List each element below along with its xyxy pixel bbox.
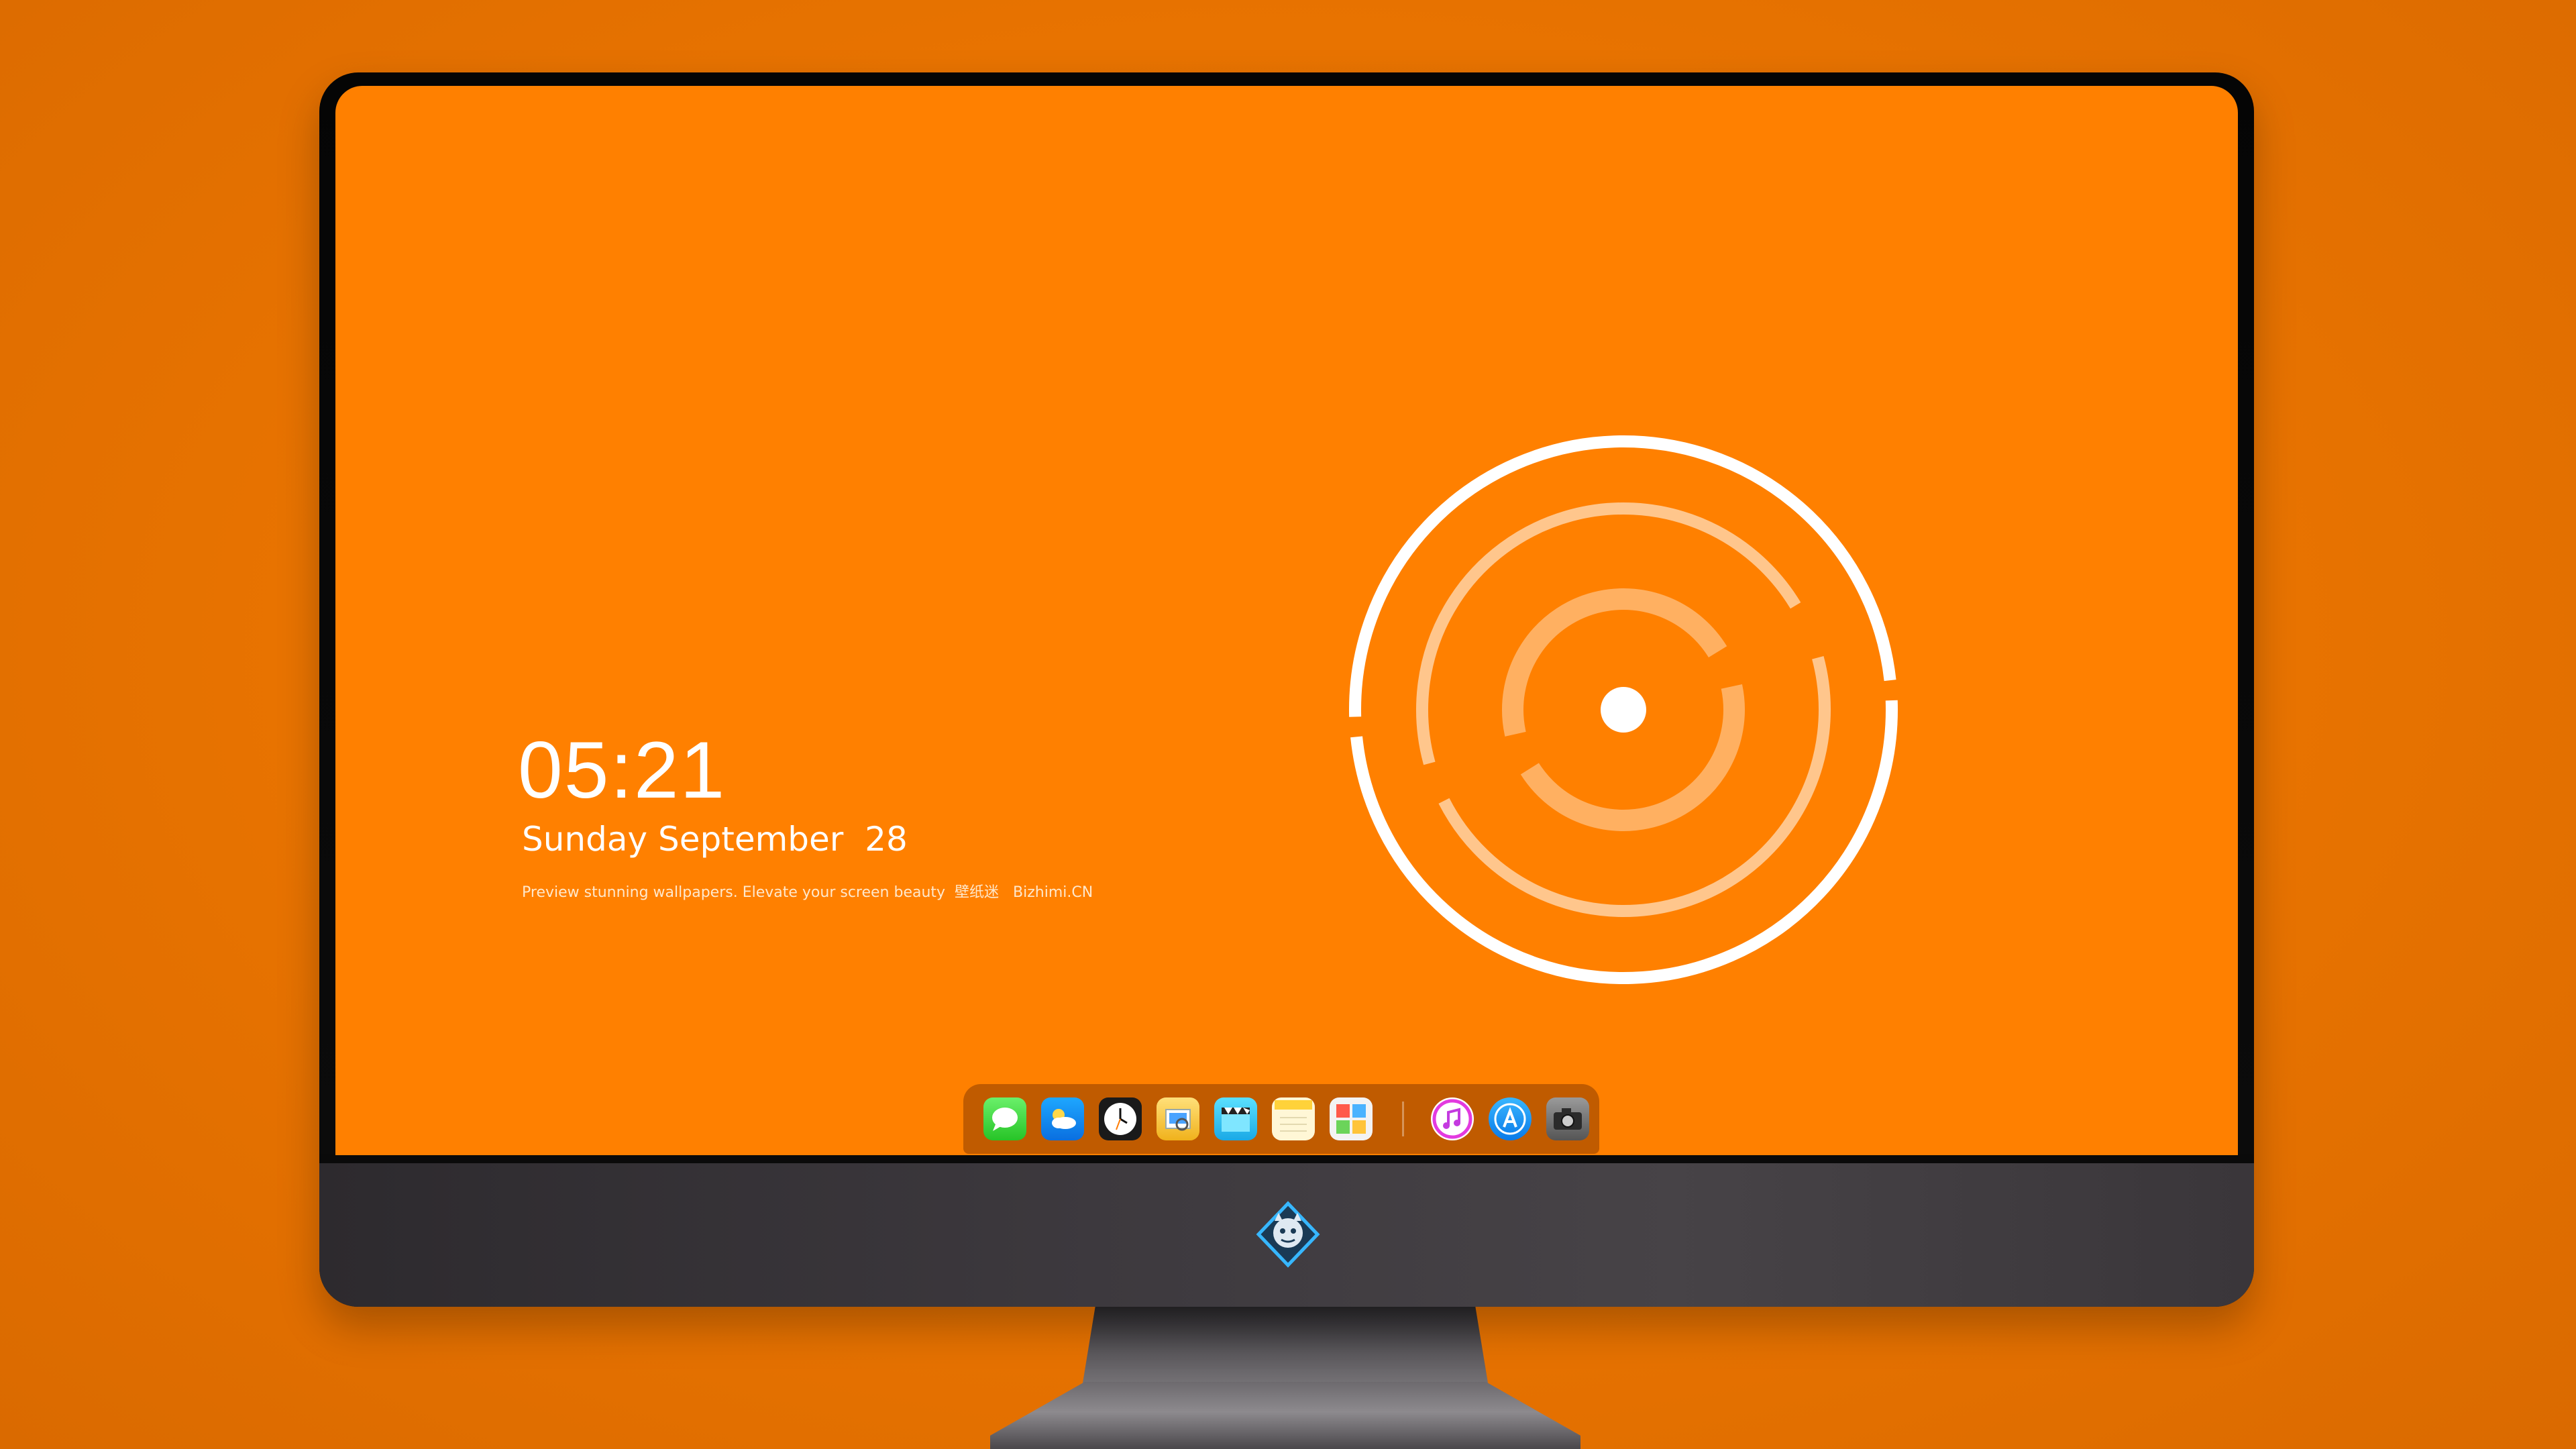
dock-separator	[1402, 1102, 1404, 1136]
camera-icon[interactable]	[1546, 1097, 1589, 1140]
notes-icon[interactable]	[1272, 1097, 1315, 1140]
wallpaper-rings-graphic	[1349, 435, 1898, 984]
photo-booth-icon[interactable]	[1330, 1097, 1373, 1140]
clock-icon[interactable]	[1099, 1097, 1142, 1140]
app-store-icon[interactable]	[1489, 1097, 1532, 1140]
itunes-icon[interactable]	[1431, 1097, 1474, 1140]
wallpaper-tagline: Preview stunning wallpapers. Elevate you…	[522, 884, 1093, 901]
clips-icon[interactable]	[1214, 1097, 1257, 1140]
clock-time: 05:21	[518, 725, 727, 815]
desktop-screen: 05:21 Sunday September 28 Preview stunni…	[335, 86, 2238, 1155]
messages-icon[interactable]	[983, 1097, 1026, 1140]
dock	[963, 1084, 1599, 1154]
monitor-stand-foot	[990, 1382, 1580, 1449]
weather-icon[interactable]	[1041, 1097, 1084, 1140]
clock-date: Sunday September 28	[522, 820, 908, 859]
brand-logo-icon	[1254, 1201, 1322, 1268]
preview-icon[interactable]	[1157, 1097, 1199, 1140]
